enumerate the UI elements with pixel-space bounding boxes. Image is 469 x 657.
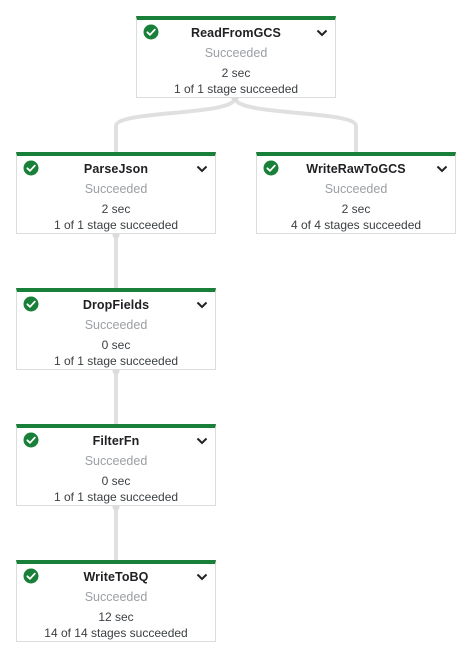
step-status: Succeeded — [84, 454, 148, 468]
edge-readfromgcs-parsejson — [114, 97, 237, 152]
step-duration: 2 sec — [101, 202, 131, 216]
step-stages: 14 of 14 stages succeeded — [44, 626, 188, 640]
step-node-dropfields[interactable]: DropFields Succeeded 0 sec 1 of 1 stage … — [16, 288, 216, 370]
chevron-down-icon[interactable] — [316, 29, 328, 37]
step-node-parsejson[interactable]: ParseJson Succeeded 2 sec 1 of 1 stage s… — [16, 152, 216, 234]
step-status: Succeeded — [84, 182, 148, 196]
step-node-writerawtogcs[interactable]: WriteRawToGCS Succeeded 2 sec 4 of 4 sta… — [256, 152, 456, 234]
step-stages: 1 of 1 stage succeeded — [173, 82, 299, 96]
step-title: ReadFromGCS — [190, 26, 281, 40]
step-title: WriteRawToGCS — [306, 162, 406, 176]
chevron-down-icon[interactable] — [196, 437, 208, 445]
step-stages: 1 of 1 stage succeeded — [53, 490, 179, 504]
edge-readfromgcs-writerawtogcs — [233, 97, 358, 152]
step-stages: 1 of 1 stage succeeded — [53, 354, 179, 368]
step-title: FilterFn — [92, 434, 140, 448]
step-node-filterfn[interactable]: FilterFn Succeeded 0 sec 1 of 1 stage su… — [16, 424, 216, 506]
step-duration: 0 sec — [101, 338, 131, 352]
chevron-down-icon[interactable] — [196, 165, 208, 173]
step-stages: 1 of 1 stage succeeded — [53, 218, 179, 232]
step-node-readfromgcs[interactable]: ReadFromGCS Succeeded 2 sec 1 of 1 stage… — [136, 16, 336, 98]
step-status: Succeeded — [324, 182, 388, 196]
step-duration: 12 sec — [98, 610, 134, 624]
step-node-writetobq[interactable]: WriteToBQ Succeeded 12 sec 14 of 14 stag… — [16, 560, 216, 642]
step-title: ParseJson — [83, 162, 149, 176]
chevron-down-icon[interactable] — [196, 573, 208, 581]
step-title: DropFields — [82, 298, 150, 312]
step-duration: 2 sec — [221, 66, 251, 80]
step-duration: 0 sec — [101, 474, 131, 488]
chevron-down-icon[interactable] — [196, 301, 208, 309]
step-duration: 2 sec — [341, 202, 371, 216]
step-title: WriteToBQ — [83, 570, 149, 584]
step-status: Succeeded — [84, 318, 148, 332]
step-status: Succeeded — [204, 46, 268, 60]
step-stages: 4 of 4 stages succeeded — [290, 218, 422, 232]
step-status: Succeeded — [84, 590, 148, 604]
chevron-down-icon[interactable] — [436, 165, 448, 173]
